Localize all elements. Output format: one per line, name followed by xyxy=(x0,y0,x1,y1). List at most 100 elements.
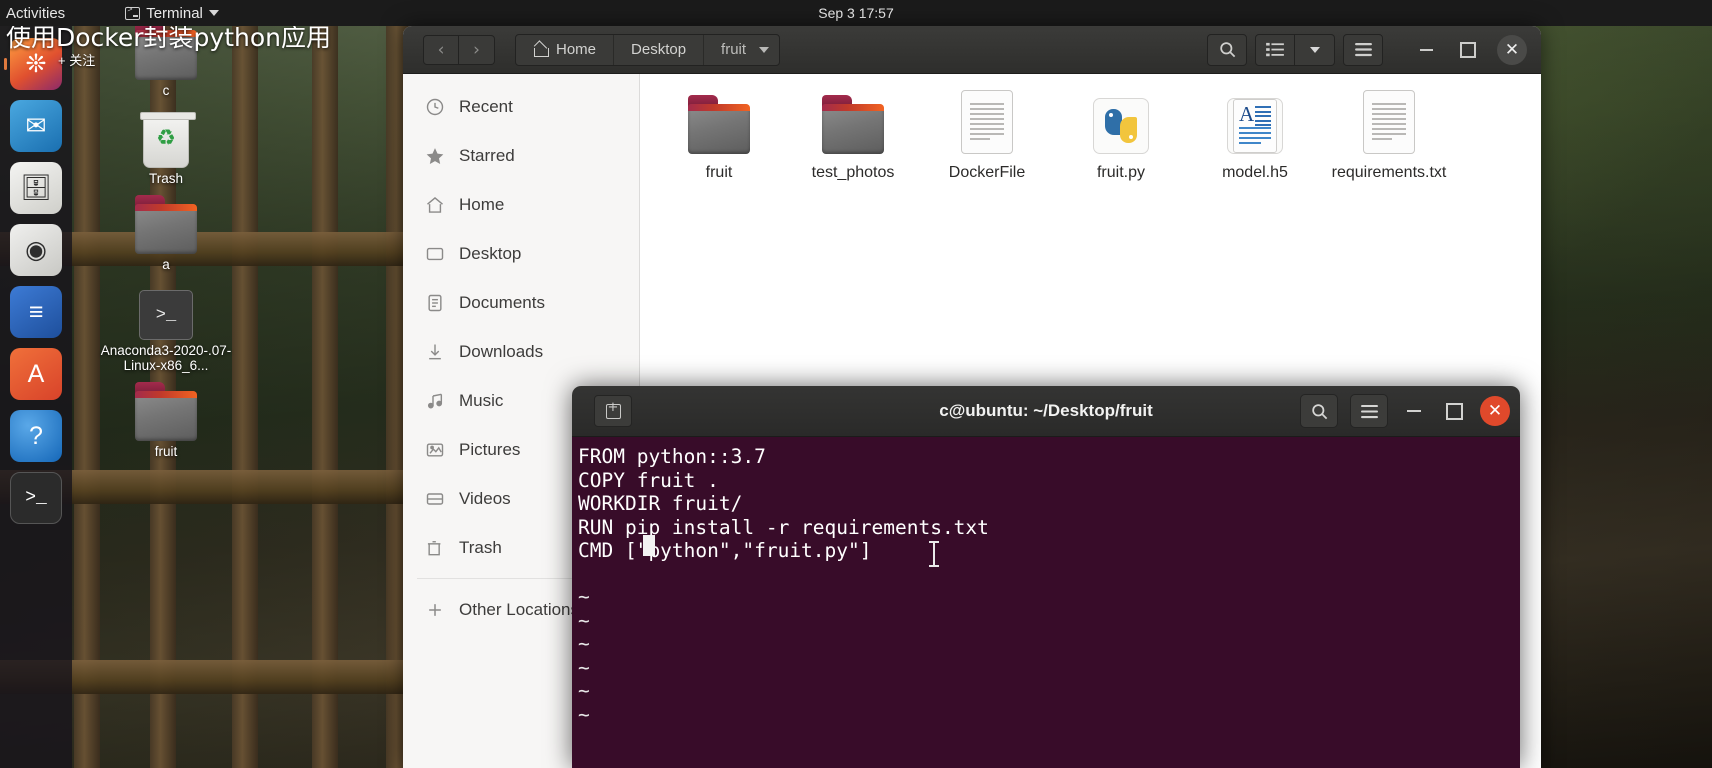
breadcrumb-item-fruit[interactable]: fruit xyxy=(704,35,779,65)
sidebar-item-label: Home xyxy=(459,194,505,214)
sidebar-item-starred[interactable]: Starred xyxy=(403,131,639,180)
breadcrumb-label: Desktop xyxy=(631,41,687,58)
sidebar-item-label: Downloads xyxy=(459,341,544,361)
breadcrumb-item-home[interactable]: Home xyxy=(516,34,615,65)
document-icon: ≡ xyxy=(28,297,44,326)
sidebar-item-documents[interactable]: Documents xyxy=(403,278,639,327)
maximize-button[interactable] xyxy=(1455,37,1481,63)
file-name: fruit xyxy=(705,164,733,181)
terminal-line: FROM python::3.7 xyxy=(578,445,766,468)
picture-icon xyxy=(425,440,445,460)
new-tab-button[interactable] xyxy=(594,395,632,427)
list-view-button[interactable] xyxy=(1255,33,1295,66)
text-mouse-cursor xyxy=(929,541,939,567)
chevron-down-icon xyxy=(759,46,770,53)
desktop-icon-column: c ♻ Trash a >_ Anaconda3-2020-.07-Linux-… xyxy=(86,21,246,459)
navigation-buttons: ‹ › xyxy=(423,34,495,65)
file-item-model-h5[interactable]: A model.h5 xyxy=(1192,88,1318,182)
desktop-icon-a[interactable]: a xyxy=(86,195,246,272)
desktop-icon-label: fruit xyxy=(154,444,178,459)
file-item-test-photos[interactable]: test_photos xyxy=(790,88,916,182)
terminal-maximize-button[interactable] xyxy=(1440,397,1468,425)
folder-icon xyxy=(135,195,197,254)
file-item-requirements-txt[interactable]: requirements.txt xyxy=(1326,88,1452,182)
view-options-button[interactable] xyxy=(1295,33,1335,66)
file-item-fruit[interactable]: fruit xyxy=(656,88,782,182)
desktop-icon xyxy=(425,244,445,264)
terminal-empty-marker: ~ xyxy=(578,584,590,608)
file-name: fruit.py xyxy=(1096,164,1145,181)
dock-item-libreoffice-writer[interactable]: ≡ xyxy=(10,286,62,338)
main-menu-button[interactable] xyxy=(1343,33,1383,66)
sidebar-item-home[interactable]: Home xyxy=(403,180,639,229)
file-item-dockerfile[interactable]: DockerFile xyxy=(924,88,1050,182)
python-file-icon xyxy=(1093,98,1149,154)
dock-item-rhythmbox[interactable]: ◉ xyxy=(10,224,62,276)
firefox-icon: ❊ xyxy=(25,49,47,78)
clock[interactable]: Sep 3 17:57 xyxy=(0,5,1712,21)
screen: c ♻ Trash a >_ Anaconda3-2020-.07-Linux-… xyxy=(0,0,1712,768)
view-mode-group xyxy=(1255,33,1335,66)
sidebar-item-desktop[interactable]: Desktop xyxy=(403,229,639,278)
question-mark-icon: ? xyxy=(29,421,43,450)
script-icon: >_ xyxy=(139,290,193,340)
terminal-search-button[interactable] xyxy=(1300,394,1338,428)
sidebar-item-label: Pictures xyxy=(459,439,521,459)
folder-icon xyxy=(822,95,884,154)
dock-item-ubuntu-software[interactable]: A xyxy=(10,348,62,400)
back-button[interactable]: ‹ xyxy=(423,34,459,65)
video-icon xyxy=(425,489,445,509)
clock-icon xyxy=(425,97,445,117)
terminal-empty-marker: ~ xyxy=(578,679,590,703)
forward-button[interactable]: › xyxy=(459,34,495,65)
terminal-close-button[interactable]: ✕ xyxy=(1480,396,1510,426)
sidebar-item-downloads[interactable]: Downloads xyxy=(403,327,639,376)
sidebar-item-label: Music xyxy=(459,390,504,410)
minimize-button[interactable] xyxy=(1413,37,1439,63)
trash-icon xyxy=(425,538,445,558)
terminal-content[interactable]: FROM python::3.7 COPY fruit . WORKDIR fr… xyxy=(572,437,1520,768)
sidebar-item-label: Documents xyxy=(459,292,545,312)
sidebar-item-label: Recent xyxy=(459,96,513,116)
dock-item-help[interactable]: ? xyxy=(10,410,62,462)
file-grid: fruit test_photos DockerFile fruit.py A … xyxy=(656,88,1531,182)
follow-button[interactable]: + 关注 xyxy=(58,50,95,69)
sidebar-item-label: Trash xyxy=(459,537,502,557)
text-document-a-icon: A xyxy=(1227,98,1283,154)
terminal-menu-button[interactable] xyxy=(1350,394,1388,428)
chevron-down-icon xyxy=(1309,46,1320,53)
sidebar-item-label: Starred xyxy=(459,145,515,165)
text-document-icon xyxy=(1363,90,1415,154)
file-item-fruit-py[interactable]: fruit.py xyxy=(1058,88,1184,182)
star-icon xyxy=(425,146,445,166)
files-header-bar: ‹ › Home Desktop fruit ✕ xyxy=(403,26,1541,74)
desktop-icon-label: c xyxy=(162,83,170,98)
desktop-icon-label: Trash xyxy=(148,171,183,186)
vim-cursor-block xyxy=(643,535,655,556)
sidebar-item-label: Videos xyxy=(459,488,511,508)
dock-item-terminal[interactable]: >_ xyxy=(10,472,62,524)
folder-icon xyxy=(135,382,197,441)
close-button[interactable]: ✕ xyxy=(1497,34,1527,65)
desktop-icon-label: a xyxy=(162,257,170,272)
terminal-line: CMD ["python","fruit.py"] xyxy=(578,539,872,563)
sidebar-item-label: Desktop xyxy=(459,243,522,263)
file-name: DockerFile xyxy=(948,164,1026,181)
dock-item-thunderbird[interactable]: ✉ xyxy=(10,100,62,152)
documents-icon xyxy=(425,293,445,313)
terminal-minimize-button[interactable] xyxy=(1400,397,1428,425)
breadcrumb: Home Desktop fruit xyxy=(515,33,781,66)
breadcrumb-item-desktop[interactable]: Desktop xyxy=(614,34,705,65)
file-cabinet-icon: 🗄 xyxy=(20,173,52,202)
terminal-line: WORKDIR fruit/ xyxy=(578,492,743,516)
sidebar-item-recent[interactable]: Recent xyxy=(403,82,639,131)
desktop-icon-trash[interactable]: ♻ Trash xyxy=(86,112,246,186)
desktop-icon-anaconda[interactable]: >_ Anaconda3-2020-.07-Linux-x86_6... xyxy=(86,290,246,373)
desktop-icon-fruit[interactable]: fruit xyxy=(86,382,246,459)
search-button[interactable] xyxy=(1207,33,1247,66)
trash-icon: ♻ xyxy=(140,112,196,168)
gnome-top-bar: Activities Terminal Sep 3 17:57 xyxy=(0,0,1712,26)
music-note-icon xyxy=(425,391,445,411)
dock-item-files[interactable]: 🗄 xyxy=(10,162,62,214)
new-tab-icon xyxy=(605,400,621,419)
